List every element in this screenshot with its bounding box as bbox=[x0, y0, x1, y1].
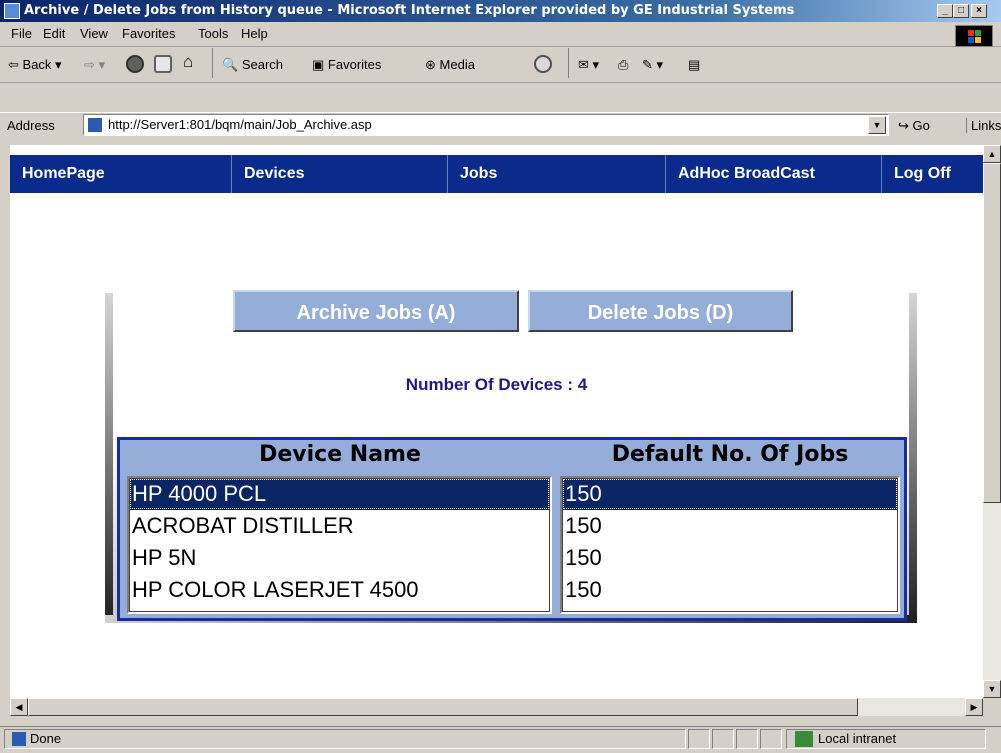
menu-file[interactable]: File bbox=[11, 26, 32, 41]
column-header-device-name: Device Name bbox=[259, 442, 421, 467]
menu-help[interactable]: Help bbox=[241, 26, 268, 41]
minimize-button[interactable]: _ bbox=[937, 4, 953, 18]
go-button[interactable]: ↪ Go bbox=[898, 118, 930, 134]
scroll-up-button[interactable]: ▲ bbox=[983, 145, 1001, 163]
links-button[interactable]: Links bbox=[966, 118, 1001, 133]
nav-devices[interactable]: Devices bbox=[232, 155, 448, 193]
home-icon[interactable]: ⌂ bbox=[183, 52, 193, 72]
horizontal-scroll-thumb[interactable] bbox=[28, 698, 858, 716]
media-button[interactable]: ⊛ Media bbox=[425, 57, 475, 73]
windows-logo-icon bbox=[955, 25, 993, 47]
list-item[interactable]: ACROBAT DISTILLER bbox=[129, 510, 550, 542]
default-jobs-listbox[interactable]: 150 150 150 150 bbox=[560, 476, 900, 614]
device-name-listbox[interactable]: HP 4000 PCL ACROBAT DISTILLER HP 5N HP C… bbox=[127, 476, 552, 614]
address-url[interactable]: http://Server1:801/bqm/main/Job_Archive.… bbox=[108, 117, 372, 132]
ie-window-icon[interactable] bbox=[4, 3, 20, 19]
media-icon: ⊛ bbox=[425, 57, 436, 72]
stop-icon[interactable] bbox=[126, 55, 144, 73]
window-title: Archive / Delete Jobs from History queue… bbox=[24, 3, 795, 18]
status-pane bbox=[760, 729, 782, 749]
list-item[interactable]: 150 bbox=[562, 478, 898, 510]
favorites-button[interactable]: ▣ Favorites bbox=[312, 57, 381, 73]
status-pane bbox=[712, 729, 734, 749]
toolbar-separator bbox=[212, 48, 213, 78]
close-button[interactable]: × bbox=[971, 4, 987, 18]
security-zone: Local intranet bbox=[818, 731, 897, 746]
go-arrow-icon: ↪ bbox=[898, 118, 909, 133]
archive-jobs-button[interactable]: Archive Jobs (A) bbox=[233, 290, 519, 332]
list-item[interactable]: HP 4000 PCL bbox=[129, 478, 550, 510]
address-dropdown-button[interactable]: ▼ bbox=[868, 116, 886, 134]
list-item[interactable]: 150 bbox=[562, 510, 898, 542]
nav-jobs[interactable]: Jobs bbox=[448, 155, 666, 193]
nav-bar: HomePage Devices Jobs AdHoc BroadCast Lo… bbox=[10, 155, 983, 193]
nav-log-off[interactable]: Log Off bbox=[882, 155, 983, 193]
status-text: Done bbox=[30, 731, 62, 746]
favorites-icon: ▣ bbox=[312, 57, 325, 72]
vertical-scroll-thumb[interactable] bbox=[983, 163, 1001, 503]
column-header-default-jobs: Default No. Of Jobs bbox=[611, 442, 849, 467]
history-icon[interactable] bbox=[534, 55, 552, 73]
page-status-icon bbox=[12, 732, 26, 746]
maximize-button[interactable]: □ bbox=[953, 4, 969, 18]
scroll-right-button[interactable]: ▶ bbox=[965, 698, 983, 716]
address-label: Address bbox=[7, 118, 55, 133]
nav-adhoc-broadcast[interactable]: AdHoc BroadCast bbox=[666, 155, 882, 193]
list-item[interactable]: HP COLOR LASERJET 4500 bbox=[129, 574, 550, 606]
status-pane bbox=[736, 729, 758, 749]
delete-jobs-button[interactable]: Delete Jobs (D) bbox=[528, 290, 793, 332]
print-icon[interactable]: ⎙ bbox=[618, 57, 628, 73]
forward-button[interactable]: ⇨ ▾ bbox=[84, 57, 105, 73]
discuss-icon[interactable]: ▤ bbox=[688, 57, 700, 73]
scroll-down-button[interactable]: ▼ bbox=[983, 680, 1001, 698]
scroll-left-button[interactable]: ◀ bbox=[10, 698, 28, 716]
status-pane bbox=[688, 729, 710, 749]
toolbar bbox=[0, 48, 1001, 83]
menu-tools[interactable]: Tools bbox=[198, 26, 228, 41]
list-item[interactable]: HP 5N bbox=[129, 542, 550, 574]
search-icon: 🔍 bbox=[222, 57, 239, 72]
status-pane-main bbox=[4, 729, 686, 749]
device-table: Device Name Default No. Of Jobs HP 4000 … bbox=[117, 437, 907, 621]
page-viewport: HomePage Devices Jobs AdHoc BroadCast Lo… bbox=[10, 145, 983, 698]
list-item[interactable]: 150 bbox=[562, 542, 898, 574]
page-icon bbox=[87, 117, 103, 133]
back-arrow-icon: ⇦ bbox=[8, 57, 19, 72]
nav-homepage[interactable]: HomePage bbox=[10, 155, 232, 193]
back-button[interactable]: ⇦ Back ▾ bbox=[8, 57, 62, 73]
forward-arrow-icon: ⇨ bbox=[84, 57, 95, 72]
list-item[interactable]: 150 bbox=[562, 574, 898, 606]
search-button[interactable]: 🔍 Search bbox=[222, 57, 283, 73]
menu-edit[interactable]: Edit bbox=[43, 26, 65, 41]
menu-view[interactable]: View bbox=[80, 26, 108, 41]
toolbar-separator-2 bbox=[568, 48, 569, 78]
mail-icon[interactable]: ✉ ▾ bbox=[578, 57, 599, 73]
device-count: Number Of Devices : 4 bbox=[405, 375, 588, 394]
refresh-icon[interactable] bbox=[154, 55, 172, 73]
menu-favorites[interactable]: Favorites bbox=[122, 26, 175, 41]
intranet-zone-icon bbox=[795, 731, 813, 747]
edit-icon[interactable]: ✎ ▾ bbox=[642, 57, 663, 73]
